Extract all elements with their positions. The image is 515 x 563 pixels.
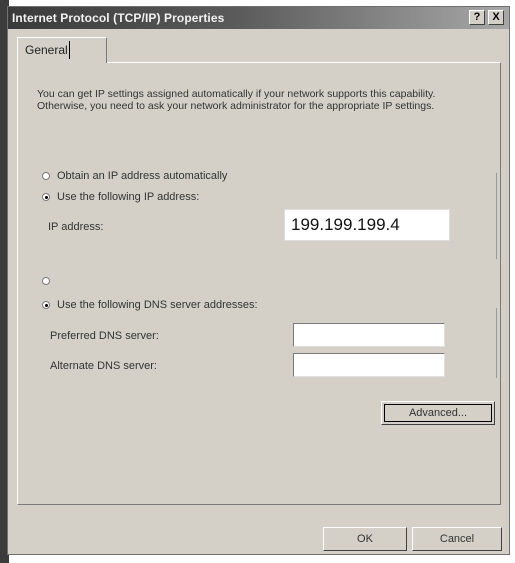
text-caret: [69, 41, 70, 59]
title-bar[interactable]: Internet Protocol (TCP/IP) Properties ? …: [8, 7, 509, 29]
radio-use-following-dns[interactable]: Use the following DNS server addresses:: [42, 299, 258, 311]
radio-button[interactable]: [42, 172, 50, 181]
radio-button[interactable]: [42, 301, 50, 310]
radio-use-following-ip[interactable]: Use the following IP address:: [42, 191, 199, 203]
window-title: Internet Protocol (TCP/IP) Properties: [12, 11, 225, 25]
radio-button[interactable]: [42, 193, 50, 202]
advanced-button[interactable]: Advanced...: [381, 401, 495, 425]
preferred-dns-label: Preferred DNS server:: [50, 330, 159, 342]
description-text: You can get IP settings assigned automat…: [37, 88, 436, 112]
radio-use-following-dns-label: Use the following DNS server addresses:: [57, 299, 258, 311]
radio-use-following-ip-label: Use the following IP address:: [57, 191, 200, 203]
scroll-edge: [496, 308, 497, 378]
radio-obtain-ip-auto[interactable]: Obtain an IP address automatically: [42, 170, 227, 182]
alternate-dns-input[interactable]: [293, 353, 445, 377]
preferred-dns-input[interactable]: [293, 323, 445, 347]
help-button[interactable]: ?: [469, 10, 485, 25]
radio-button[interactable]: [42, 277, 50, 286]
ip-address-input[interactable]: 199.199.199.4: [284, 209, 450, 241]
cancel-button[interactable]: Cancel: [412, 527, 502, 551]
alternate-dns-label: Alternate DNS server:: [50, 360, 157, 372]
tab-general[interactable]: General: [17, 37, 107, 63]
radio-obtain-dns-auto[interactable]: [42, 275, 57, 287]
tcpip-properties-dialog: Internet Protocol (TCP/IP) Properties ? …: [7, 6, 510, 555]
radio-obtain-ip-auto-label: Obtain an IP address automatically: [57, 170, 228, 182]
general-tab-panel: You can get IP settings assigned automat…: [17, 62, 501, 505]
scroll-edge: [496, 173, 497, 259]
ok-button[interactable]: OK: [323, 527, 407, 551]
tab-general-label: General: [25, 43, 68, 57]
close-button[interactable]: X: [488, 10, 504, 25]
ip-address-label: IP address:: [48, 221, 104, 233]
